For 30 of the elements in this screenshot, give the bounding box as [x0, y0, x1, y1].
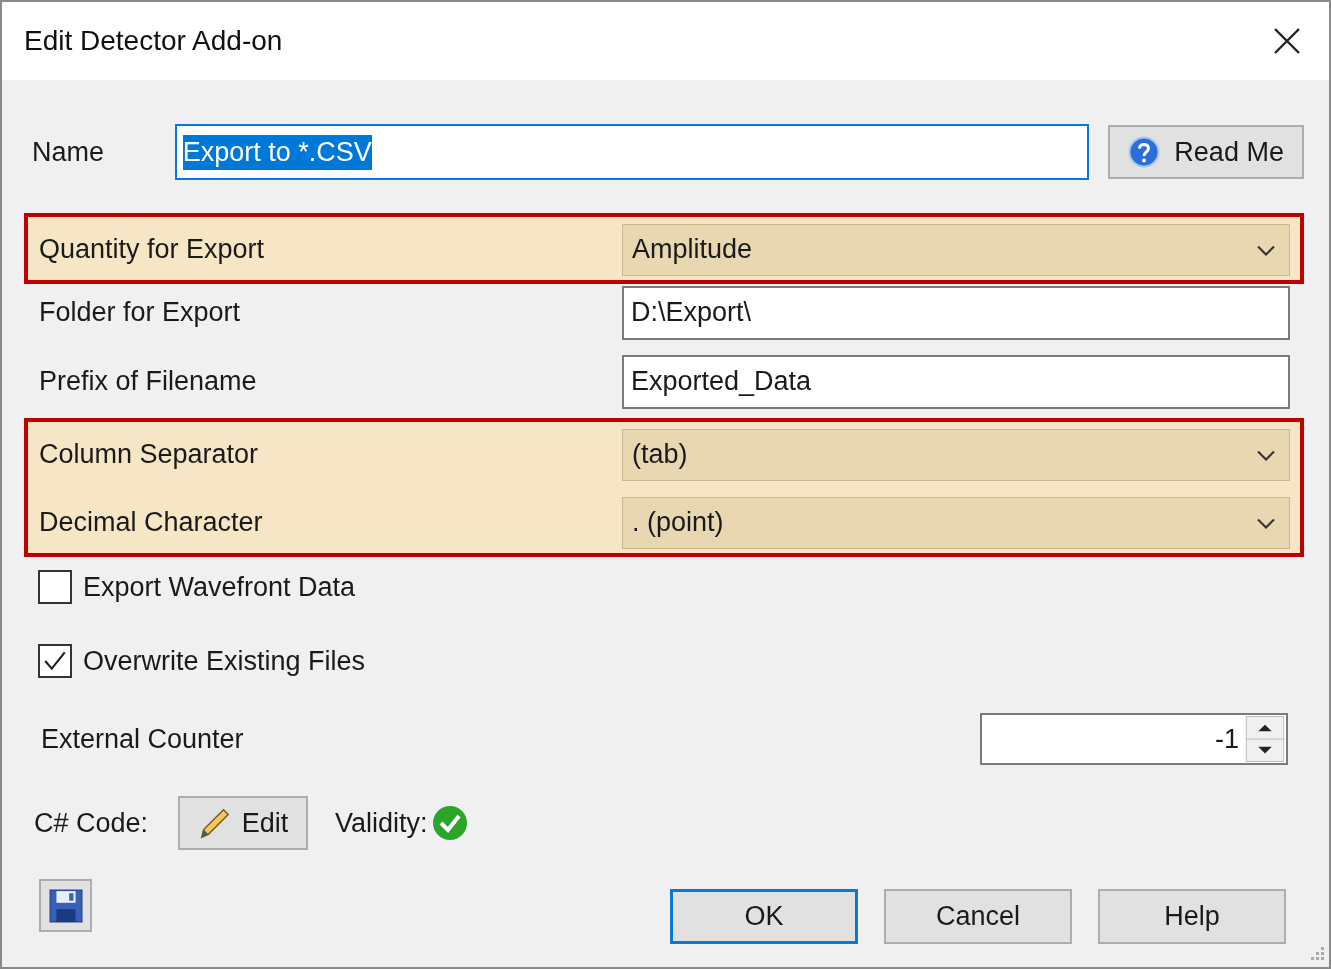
number-spinner[interactable]: -1: [980, 713, 1288, 765]
field-label: Prefix of Filename: [39, 366, 258, 397]
field-label: Column Separator: [39, 439, 260, 470]
dropdown[interactable]: . (point): [622, 496, 1290, 549]
text-field[interactable]: D:\Export\: [622, 285, 1290, 340]
checkbox-label: Overwrite Existing Files: [83, 645, 366, 677]
checkbox-label: Export Wavefront Data: [83, 571, 356, 603]
dialog-button[interactable]: OK: [670, 889, 858, 944]
text-field[interactable]: Exported_Data: [622, 354, 1290, 409]
field-label: Decimal Character: [39, 507, 264, 538]
checkbox[interactable]: [38, 644, 72, 678]
field-label: Quantity for Export: [39, 234, 266, 265]
name-field[interactable]: Export to *.CSV: [174, 124, 1090, 180]
field-label: Folder for Export: [39, 297, 242, 328]
window-title: Edit Detector Add-on: [24, 25, 283, 57]
name-label: Name: [31, 136, 106, 168]
close-icon: [1273, 27, 1301, 55]
dropdown[interactable]: Amplitude: [622, 223, 1290, 276]
spin-arrows-icon: [1245, 716, 1285, 762]
help-icon: [1128, 136, 1161, 168]
checkbox[interactable]: [38, 570, 72, 604]
dialog-button[interactable]: Cancel: [884, 889, 1072, 944]
dialog-button[interactable]: Help: [1098, 889, 1286, 944]
edit-button[interactable]: Edit: [178, 796, 308, 850]
read-me-button[interactable]: Read Me: [1108, 125, 1304, 179]
code-label: C# Code:: [34, 807, 150, 839]
save-button[interactable]: [39, 879, 92, 932]
dropdown[interactable]: (tab): [622, 428, 1290, 481]
field-label: External Counter: [41, 723, 244, 755]
validity-label: Validity:: [335, 807, 428, 839]
